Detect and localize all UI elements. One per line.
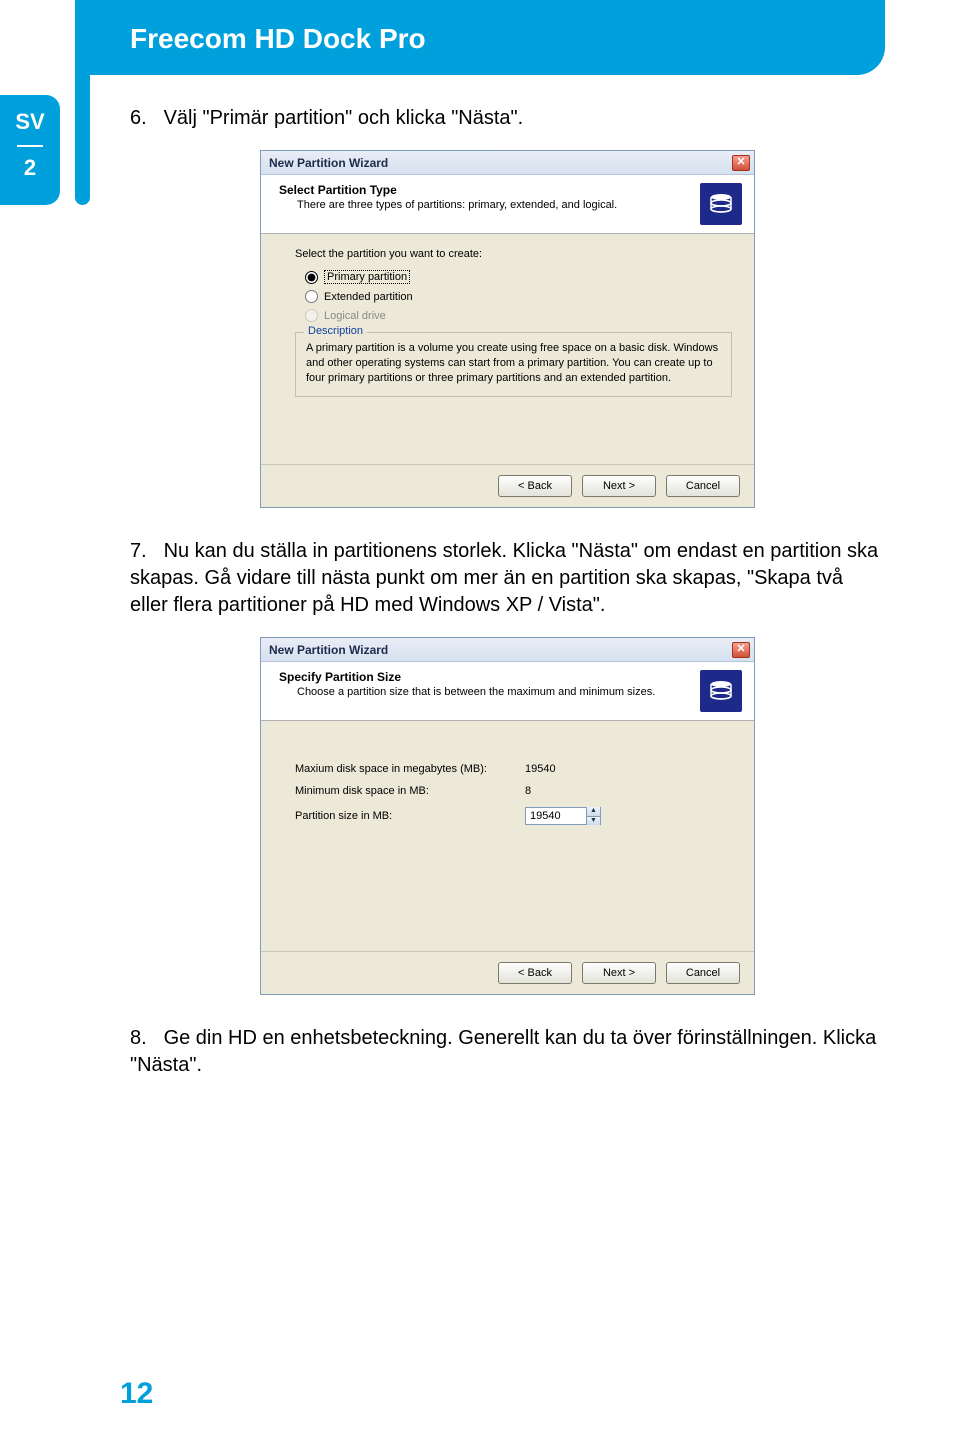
row-max-value: 19540	[525, 763, 556, 775]
row-min-value: 8	[525, 785, 531, 797]
spin-up-icon[interactable]: ▲	[586, 807, 600, 816]
radio-logical: Logical drive	[305, 309, 732, 322]
partition-size-input[interactable]: ▲ ▼	[525, 807, 601, 825]
side-lang: SV	[0, 109, 60, 135]
wizard-1-header: Select Partition Type There are three ty…	[261, 175, 754, 234]
wizard-1-title: New Partition Wizard	[269, 156, 388, 170]
back-button[interactable]: < Back	[498, 475, 572, 497]
spin-down-icon[interactable]: ▼	[586, 816, 600, 825]
product-title: Freecom HD Dock Pro	[130, 23, 426, 55]
wizard-1-header-title: Select Partition Type	[279, 183, 700, 197]
row-min-label: Minimum disk space in MB:	[295, 785, 525, 797]
step-8: 8. Ge din HD en enhetsbeteckning. Genere…	[130, 1025, 885, 1079]
side-chapter: 2	[0, 155, 60, 181]
wizard-2-header-title: Specify Partition Size	[279, 670, 700, 684]
step-6: 6. Välj "Primär partition" och klicka "N…	[130, 105, 885, 132]
step-6-num: 6.	[130, 105, 158, 132]
partition-size-textbox[interactable]	[526, 808, 586, 824]
row-min: Minimum disk space in MB: 8	[295, 785, 732, 797]
wizard-1-prompt: Select the partition you want to create:	[295, 248, 732, 260]
wizard-1-header-sub: There are three types of partitions: pri…	[297, 199, 700, 211]
step-7-num: 7.	[130, 538, 158, 565]
side-divider	[17, 145, 43, 147]
description-legend: Description	[304, 325, 367, 337]
radio-logical-label: Logical drive	[324, 310, 386, 322]
next-button[interactable]: Next >	[582, 475, 656, 497]
description-box: Description A primary partition is a vol…	[295, 332, 732, 397]
wizard-1-body: Select the partition you want to create:…	[261, 234, 754, 464]
wizard-2-header: Specify Partition Size Choose a partitio…	[261, 662, 754, 721]
close-icon[interactable]: ✕	[732, 155, 750, 171]
disk-stack-icon	[700, 670, 742, 712]
step-8-num: 8.	[130, 1025, 158, 1052]
row-size: Partition size in MB: ▲ ▼	[295, 807, 732, 825]
cancel-button[interactable]: Cancel	[666, 475, 740, 497]
description-text: A primary partition is a volume you crea…	[306, 341, 721, 386]
radio-primary-input[interactable]	[305, 271, 318, 284]
wizard-1: New Partition Wizard ✕ Select Partition …	[260, 150, 755, 508]
step-7-text: Nu kan du ställa in partitionens storlek…	[130, 540, 878, 616]
row-max-label: Maxium disk space in megabytes (MB):	[295, 763, 525, 775]
wizard-1-footer: < Back Next > Cancel	[261, 464, 754, 507]
wizard-2-body: Maxium disk space in megabytes (MB): 195…	[261, 721, 754, 951]
step-7: 7. Nu kan du ställa in partitionens stor…	[130, 538, 885, 619]
radio-primary-label: Primary partition	[324, 270, 410, 284]
next-button[interactable]: Next >	[582, 962, 656, 984]
cancel-button[interactable]: Cancel	[666, 962, 740, 984]
wizard-2-footer: < Back Next > Cancel	[261, 951, 754, 994]
wizard-2-title: New Partition Wizard	[269, 643, 388, 657]
close-icon[interactable]: ✕	[732, 642, 750, 658]
radio-extended-input[interactable]	[305, 290, 318, 303]
wizard-2-header-sub: Choose a partition size that is between …	[297, 686, 700, 698]
step-6-text: Välj "Primär partition" och klicka "Näst…	[164, 107, 524, 129]
row-max: Maxium disk space in megabytes (MB): 195…	[295, 763, 732, 775]
side-tab: SV 2	[0, 95, 60, 205]
header-stripe	[75, 0, 90, 205]
row-size-label: Partition size in MB:	[295, 810, 525, 822]
disk-stack-icon	[700, 183, 742, 225]
back-button[interactable]: < Back	[498, 962, 572, 984]
page-number: 12	[120, 1377, 153, 1411]
wizard-1-titlebar: New Partition Wizard ✕	[261, 151, 754, 175]
wizard-2-titlebar: New Partition Wizard ✕	[261, 638, 754, 662]
step-8-text: Ge din HD en enhetsbeteckning. Generellt…	[130, 1027, 876, 1076]
radio-primary[interactable]: Primary partition	[305, 270, 732, 284]
radio-extended-label: Extended partition	[324, 291, 413, 303]
radio-logical-input	[305, 309, 318, 322]
wizard-2: New Partition Wizard ✕ Specify Partition…	[260, 637, 755, 995]
radio-extended[interactable]: Extended partition	[305, 290, 732, 303]
